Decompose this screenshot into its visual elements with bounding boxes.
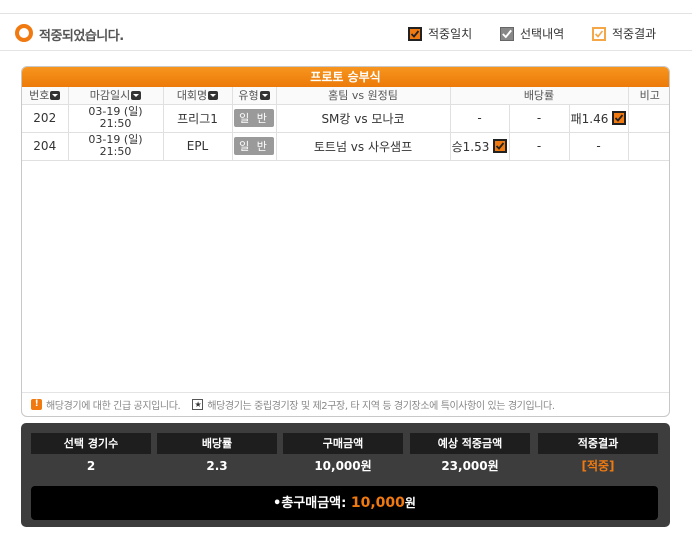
summary-label: 선택 경기수	[31, 433, 151, 454]
type-badge: 일 반	[234, 137, 274, 155]
row-league: 프리그1	[162, 103, 233, 133]
odds-win-value: 승1.53	[451, 139, 490, 154]
odds-win: -	[449, 103, 510, 133]
summary-label: 예상 적중금액	[410, 433, 530, 454]
row-type: 일 반	[231, 103, 277, 133]
summary-games: 선택 경기수 2	[31, 433, 151, 478]
col-odds: 배당률	[449, 87, 629, 105]
summary-result: 적중결과 [적중]	[538, 433, 658, 478]
check-result-icon	[592, 26, 606, 41]
games-panel: 프로토 승부식 번호 마감일시 대회명 유형 홈팀 vs 원정팀 배당률 비고 …	[21, 66, 670, 417]
table-row: 202 03-19 (일) 21:50 프리그1 일 반 SM캉 vs 모나코 -…	[22, 103, 669, 133]
sort-icon	[131, 90, 142, 100]
total-label: •총구매금액:	[273, 496, 351, 511]
table-row: 204 03-19 (일) 21:50 EPL 일 반 토트넘 vs 사우샘프 승…	[22, 131, 669, 161]
odds-lose: -	[568, 131, 629, 161]
row-type: 일 반	[231, 131, 277, 161]
legend-select-label: 선택내역	[520, 27, 565, 41]
row-league: EPL	[162, 131, 233, 161]
status-bar: 적중되었습니다. 적중일치 선택내역 적중결과	[0, 15, 692, 51]
odds-lose[interactable]: 패1.46	[568, 103, 629, 133]
status-ring-icon	[15, 24, 33, 42]
sort-icon	[208, 90, 219, 100]
odds-draw: -	[508, 103, 570, 133]
status-message: 적중되었습니다.	[39, 29, 124, 44]
summary-panel: 선택 경기수 2 배당률 2.3 구매금액 10,000원 예상 적중금액 23…	[21, 423, 670, 527]
check-match-icon	[493, 139, 508, 153]
legend-result: 적중결과	[592, 25, 656, 42]
summary-value: 2	[86, 459, 96, 473]
summary-value: 2.3	[206, 459, 228, 473]
odds-draw: -	[508, 131, 570, 161]
sort-icon	[259, 90, 270, 100]
type-badge: 일 반	[234, 109, 274, 127]
summary-label: 구매금액	[283, 433, 403, 454]
check-match-icon	[408, 26, 422, 41]
notice-venue-text: 해당경기는 중립경기장 및 제2구장, 타 지역 등 경기장소에 특이사항이 있…	[207, 401, 555, 412]
notice-urgent-text: 해당경기에 대한 긴급 공지입니다.	[46, 401, 181, 412]
col-type[interactable]: 유형	[231, 87, 277, 105]
row-note	[627, 103, 669, 133]
legend-match: 적중일치	[408, 25, 472, 42]
top-strip	[0, 0, 692, 14]
odds-lose-value: 패1.46	[570, 111, 609, 126]
panel-title: 프로토 승부식	[22, 67, 669, 87]
odds-win[interactable]: 승1.53	[449, 131, 510, 161]
row-deadline: 03-19 (일) 21:50	[67, 131, 164, 161]
col-note: 비고	[627, 87, 669, 105]
games-table: 번호 마감일시 대회명 유형 홈팀 vs 원정팀 배당률 비고 202 03-1…	[22, 87, 669, 161]
legend-match-label: 적중일치	[428, 27, 473, 41]
summary-value: [적중]	[581, 459, 615, 473]
row-match: 토트넘 vs 사우샘프	[275, 131, 451, 161]
row-note	[627, 131, 669, 161]
row-deadline: 03-19 (일) 21:50	[67, 103, 164, 133]
summary-expected: 예상 적중금액 23,000원	[410, 433, 530, 478]
summary-label: 적중결과	[538, 433, 658, 454]
summary-value: 23,000원	[441, 459, 499, 473]
total-purchase-bar: •총구매금액: 10,000원	[31, 486, 658, 520]
check-select-icon	[500, 26, 514, 41]
row-no: 202	[22, 103, 69, 133]
legend-select: 선택내역	[500, 25, 564, 42]
summary-label: 배당률	[157, 433, 277, 454]
sort-icon	[50, 90, 61, 100]
check-match-icon	[612, 111, 627, 125]
total-unit: 원	[404, 496, 416, 510]
summary-purchase: 구매금액 10,000원	[283, 433, 403, 478]
col-deadline[interactable]: 마감일시	[67, 87, 164, 105]
row-match: SM캉 vs 모나코	[275, 103, 451, 133]
row-no: 204	[22, 131, 69, 161]
col-match: 홈팀 vs 원정팀	[275, 87, 451, 105]
total-amount: 10,000	[350, 495, 405, 511]
col-no[interactable]: 번호	[22, 87, 69, 105]
alert-icon: !	[31, 399, 42, 410]
notice-bar: ! 해당경기에 대한 긴급 공지입니다. ★ 해당경기는 중립경기장 및 제2구…	[22, 392, 669, 416]
summary-value: 10,000원	[314, 459, 372, 473]
summary-odds: 배당률 2.3	[157, 433, 277, 478]
col-league[interactable]: 대회명	[162, 87, 233, 105]
star-icon: ★	[192, 399, 204, 410]
legend-result-label: 적중결과	[612, 27, 657, 41]
